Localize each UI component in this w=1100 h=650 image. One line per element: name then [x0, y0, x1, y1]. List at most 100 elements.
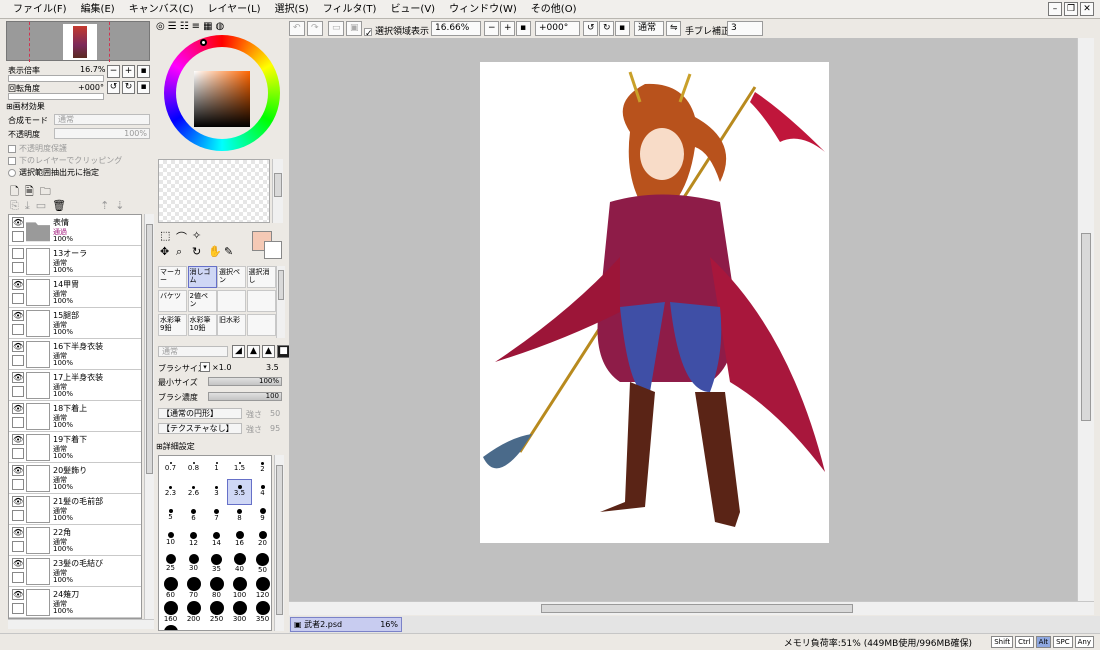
rgb-slider-icon[interactable]: ☰	[168, 21, 177, 32]
hsv-slider-icon[interactable]: ☷	[180, 21, 189, 32]
brush-size-cell[interactable]: 1.5	[228, 456, 251, 480]
texture-select[interactable]: 【テクスチャなし】	[158, 423, 242, 434]
scratchpad-icon[interactable]: ◍	[216, 21, 225, 32]
layer-row[interactable]: 👁 20髪飾り 通常 100%	[9, 463, 141, 494]
lock-toggle[interactable]	[12, 293, 24, 304]
zoom-slider[interactable]	[8, 75, 104, 82]
deselect-button[interactable]: ▭	[328, 21, 344, 36]
visibility-toggle[interactable]: 👁	[12, 217, 24, 228]
brush-size-cell[interactable]: 200	[182, 600, 205, 624]
layer-row[interactable]: 👁 23髪の毛結び 通常 100%	[9, 556, 141, 587]
canvas-rotate-reset-button[interactable]: ▪	[615, 21, 630, 36]
scratch-scroll-thumb[interactable]	[274, 173, 282, 197]
color-wheel-mode-icon[interactable]: ◎	[156, 21, 165, 32]
brush-size-cell[interactable]: 25	[159, 552, 182, 576]
texture-strength-value[interactable]: 95	[270, 424, 280, 433]
brush-size-cell[interactable]: 6	[182, 504, 205, 528]
rotate-left-button[interactable]: ↺	[107, 81, 120, 94]
tool-scroll-thumb[interactable]	[278, 270, 284, 300]
brush-size-cell[interactable]	[251, 624, 271, 630]
layer-list-hscrollbar[interactable]	[8, 619, 154, 629]
scratch-pad-scrollbar[interactable]	[272, 159, 283, 223]
show-selection-checkbox[interactable]: ✓ 選択領域表示	[364, 24, 429, 39]
move-icon[interactable]: ✥	[160, 245, 169, 258]
stabilizer-select[interactable]: 3	[727, 21, 763, 36]
navigator-preview[interactable]	[6, 21, 150, 62]
clipping-checkbox[interactable]: 下のレイヤーでクリッピング	[8, 155, 122, 166]
visibility-toggle[interactable]: 👁	[12, 279, 24, 290]
brush-size-cell[interactable]: 60	[159, 576, 182, 600]
brush-size-cell[interactable]: 2.6	[182, 480, 205, 504]
brush-size-cell[interactable]: 0.8	[182, 456, 205, 480]
layer-row[interactable]: 👁 15腿部 通常 100%	[9, 308, 141, 339]
brush-size-cell[interactable]: 16	[228, 528, 251, 552]
lock-toggle[interactable]	[12, 448, 24, 459]
visibility-toggle[interactable]: 👁	[12, 434, 24, 445]
brush-size-cell[interactable]	[182, 624, 205, 630]
menu-filter[interactable]: フィルタ(T)	[316, 0, 384, 19]
flip-view-button[interactable]: ⇋	[666, 21, 681, 36]
layer-row[interactable]: 👁 24薙刀 通常 100%	[9, 587, 141, 618]
brush-size-cell[interactable]: 50	[251, 552, 271, 576]
lock-toggle[interactable]	[12, 541, 24, 552]
tool-slot[interactable]: 選択ペン	[217, 266, 246, 288]
menu-file[interactable]: ファイル(F)	[6, 0, 74, 19]
brush-size-cell[interactable]: 20	[251, 528, 271, 552]
shape-soft-icon[interactable]: ▲	[262, 345, 275, 358]
brush-size-value[interactable]: 3.5	[266, 363, 279, 372]
layer-move-up-icon[interactable]: ⇡	[100, 199, 109, 213]
lock-toggle[interactable]	[12, 231, 24, 242]
layer-row[interactable]: 👁 17上半身衣装 通常 100%	[9, 370, 141, 401]
zoom-icon[interactable]: ⌕	[176, 245, 182, 259]
brush-size-cell[interactable]: 70	[182, 576, 205, 600]
visibility-toggle[interactable]: 👁	[12, 341, 24, 352]
brush-size-cell[interactable]: 120	[251, 576, 271, 600]
undo-button[interactable]: ↶	[289, 21, 305, 36]
size-multiplier-button[interactable]: ▾	[200, 362, 210, 372]
layer-move-down-icon[interactable]: ⇣	[115, 199, 124, 213]
tool-slot[interactable]: 旧水彩	[217, 314, 246, 336]
canvas-zoom-reset-button[interactable]: ▪	[516, 21, 531, 36]
eyedropper-icon[interactable]: ✎	[224, 245, 233, 258]
density-slider[interactable]: 100	[208, 392, 282, 401]
opacity-slider[interactable]: 100%	[54, 128, 150, 139]
layer-row[interactable]: 👁 18下着上 通常 100%	[9, 401, 141, 432]
layer-row[interactable]: 👁 14甲冑 通常 100%	[9, 277, 141, 308]
canvas-rotation-select[interactable]: +000°	[535, 21, 580, 36]
brush-size-cell[interactable]: 3.5	[227, 479, 252, 505]
invert-selection-button[interactable]: ▣	[346, 21, 362, 36]
rotate-right-button[interactable]: ↻	[122, 81, 135, 94]
tool-slot[interactable]: 水彩筆9鉛	[158, 314, 187, 336]
lock-toggle[interactable]	[12, 417, 24, 428]
brush-size-cell[interactable]: 9	[251, 504, 271, 528]
scratch-pad[interactable]	[158, 159, 270, 223]
blend-mode-select[interactable]: 通常	[54, 114, 150, 125]
canvas-zoom-out-button[interactable]: −	[484, 21, 499, 36]
minimize-icon[interactable]: –	[1048, 2, 1062, 16]
brush-size-cell[interactable]: 350	[251, 600, 271, 624]
rotate-slider[interactable]	[8, 93, 104, 100]
shape-medium-icon[interactable]: ▲	[247, 345, 260, 358]
shape-strength-value[interactable]: 50	[270, 409, 280, 418]
rotate-reset-button[interactable]: ▪	[137, 81, 150, 94]
brush-size-cell[interactable]: 12	[182, 528, 205, 552]
brush-size-cell[interactable]: 3	[205, 480, 228, 504]
zoom-in-button[interactable]: +	[122, 65, 135, 78]
tool-slot[interactable]: 2値ペン	[187, 290, 217, 312]
tool-slot[interactable]	[217, 290, 246, 312]
lock-toggle[interactable]	[12, 479, 24, 490]
magic-wand-icon[interactable]: ✧	[192, 229, 201, 242]
brush-size-cell[interactable]	[205, 624, 228, 630]
protect-opacity-checkbox[interactable]: 不透明度保護	[8, 143, 67, 154]
brush-size-scroll-thumb[interactable]	[276, 465, 283, 615]
brush-size-cell[interactable]: 400	[159, 624, 182, 630]
tool-slot[interactable]	[246, 290, 276, 312]
tool-slot[interactable]: マーカー	[158, 266, 187, 288]
canvas-hscrollbar[interactable]	[289, 601, 1094, 615]
view-mode-select[interactable]: 通常	[634, 21, 664, 36]
layer-list-scrollbar[interactable]	[144, 214, 154, 619]
canvas-vscroll-thumb[interactable]	[1081, 233, 1091, 421]
brush-size-cell[interactable]: 35	[205, 552, 228, 576]
tool-slot[interactable]: バケツ	[158, 290, 187, 312]
brush-size-cell[interactable]: 80	[205, 576, 228, 600]
